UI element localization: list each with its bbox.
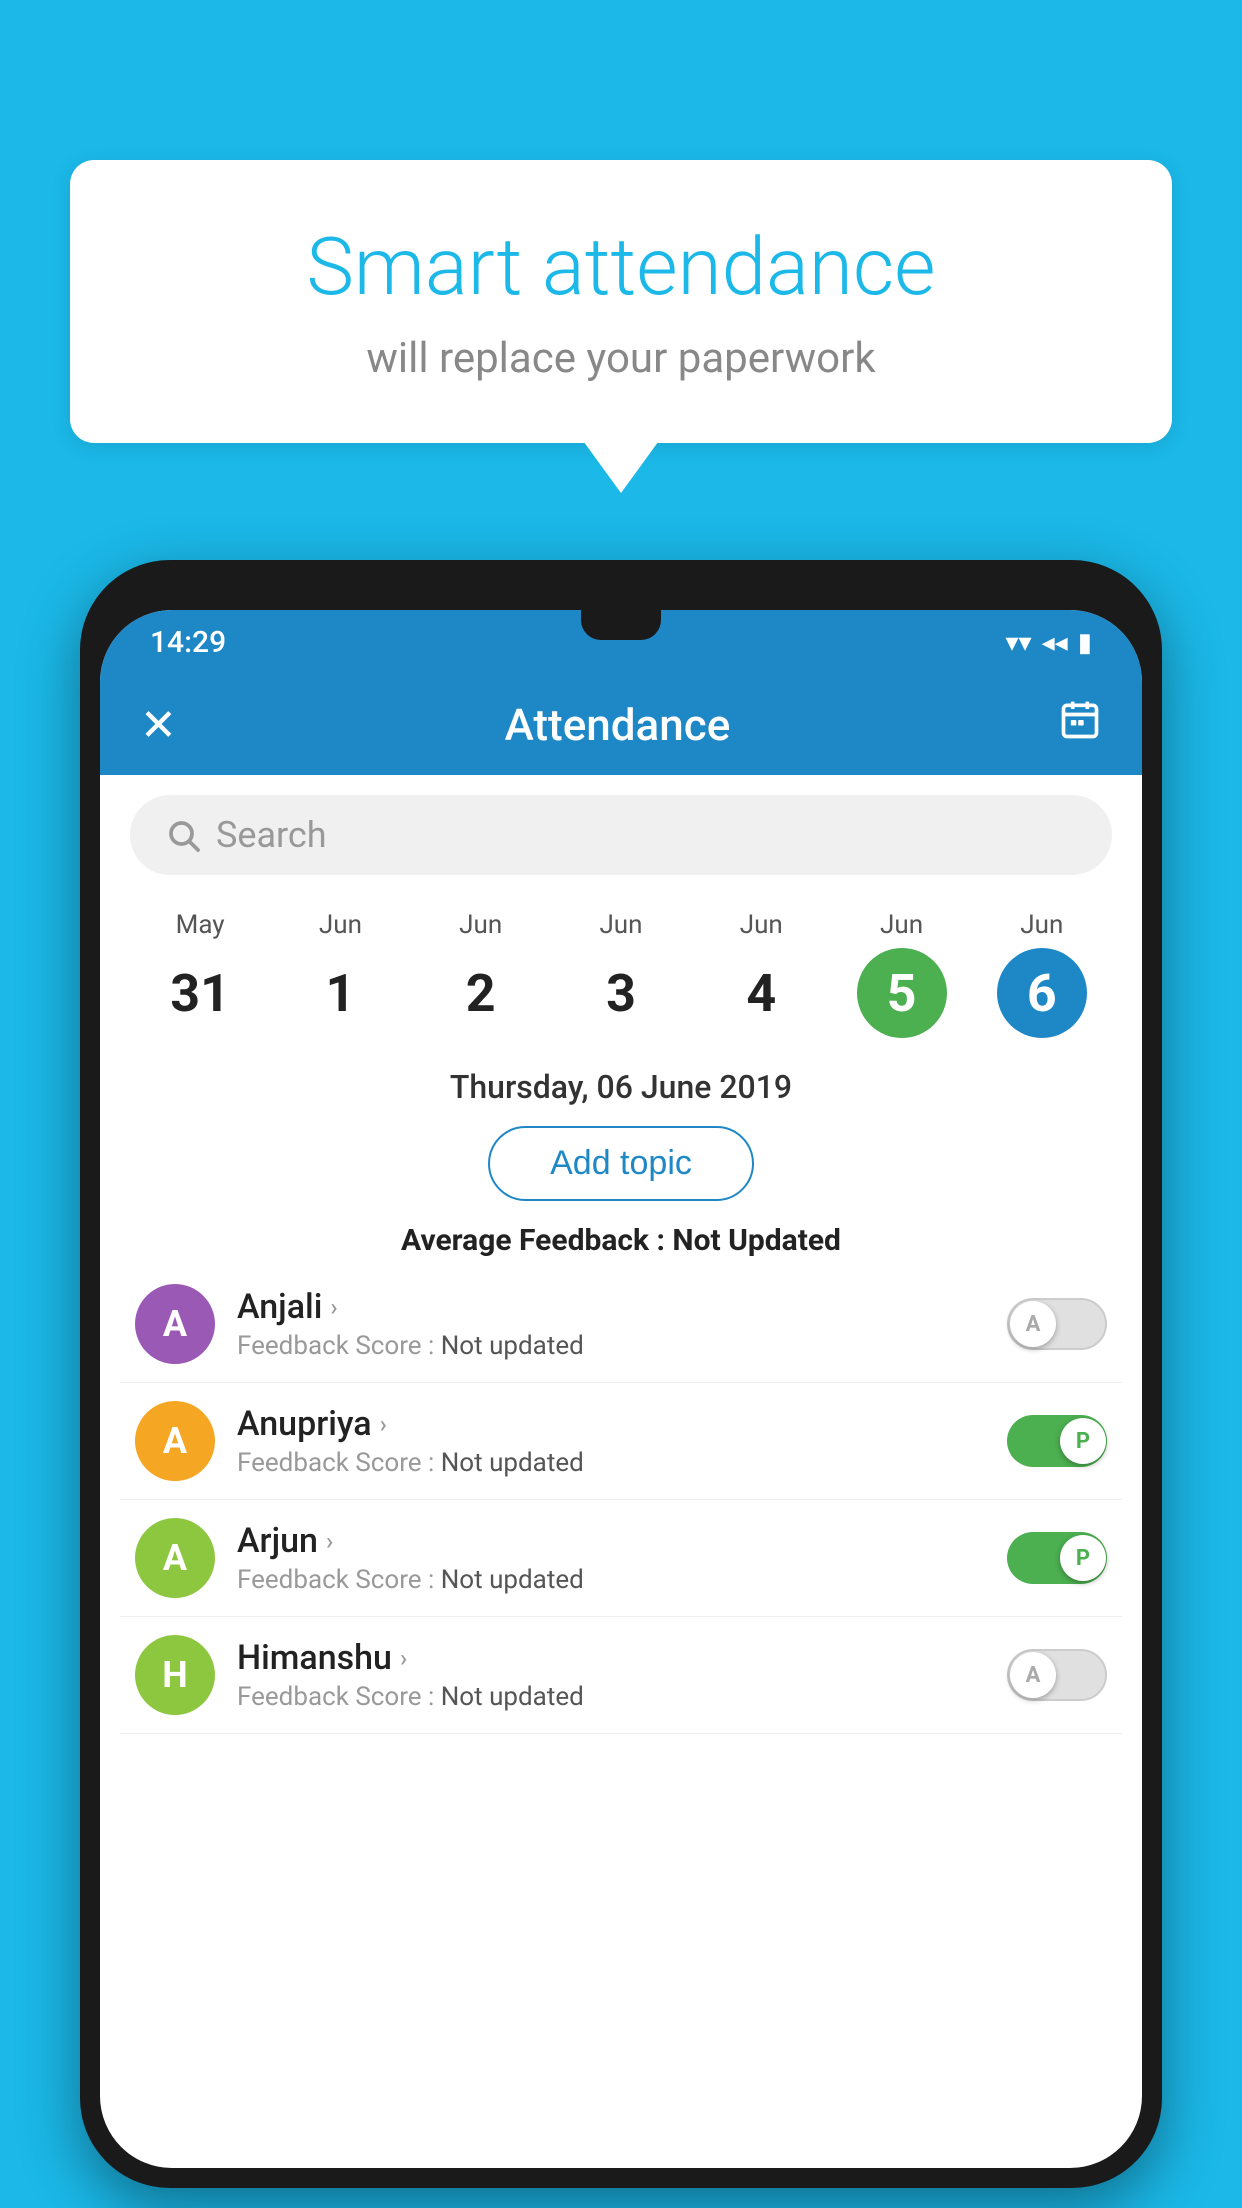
student-info-anupriya: Anupriya › Feedback Score : Not updated bbox=[237, 1404, 985, 1478]
avatar-anjali: A bbox=[135, 1284, 215, 1364]
cal-date-0[interactable]: 31 bbox=[155, 948, 245, 1038]
app-header: ✕ Attendance bbox=[100, 675, 1142, 775]
toggle-knob-anupriya: P bbox=[1060, 1418, 1106, 1464]
toggle-anupriya[interactable]: P bbox=[1007, 1415, 1107, 1467]
add-topic-button[interactable]: Add topic bbox=[488, 1126, 754, 1201]
search-bar[interactable]: Search bbox=[130, 795, 1112, 875]
phone-notch bbox=[581, 610, 661, 640]
cal-month-4: Jun bbox=[740, 910, 783, 940]
signal-icon: ◂◂ bbox=[1042, 628, 1068, 658]
search-icon bbox=[165, 817, 201, 853]
toggle-knob-arjun: P bbox=[1060, 1535, 1106, 1581]
student-item-anjali[interactable]: A Anjali › Feedback Score : Not updated … bbox=[120, 1266, 1122, 1383]
phone-frame: 14:29 ▾▾ ◂◂ ▮ ✕ Attendance bbox=[80, 560, 1162, 2188]
cal-month-2: Jun bbox=[459, 910, 502, 940]
cal-day-2[interactable]: Jun 2 bbox=[411, 910, 551, 1038]
toggle-himanshu[interactable]: A bbox=[1007, 1649, 1107, 1701]
cal-date-5[interactable]: 5 bbox=[857, 948, 947, 1038]
avg-feedback-label: Average Feedback : bbox=[401, 1223, 665, 1258]
avatar-himanshu: H bbox=[135, 1635, 215, 1715]
cal-month-5: Jun bbox=[880, 910, 923, 940]
cal-date-4[interactable]: 4 bbox=[716, 948, 806, 1038]
selected-date-label: Thursday, 06 June 2019 bbox=[100, 1053, 1142, 1116]
chevron-icon-arjun: › bbox=[326, 1527, 333, 1555]
chevron-icon-anjali: › bbox=[330, 1293, 337, 1321]
student-feedback-arjun: Feedback Score : Not updated bbox=[237, 1565, 985, 1595]
student-name-anjali: Anjali › bbox=[237, 1287, 985, 1327]
chevron-icon-himanshu: › bbox=[400, 1644, 407, 1672]
toggle-arjun[interactable]: P bbox=[1007, 1532, 1107, 1584]
cal-day-6[interactable]: Jun 6 bbox=[972, 910, 1112, 1038]
calendar-strip: May 31 Jun 1 Jun 2 Jun 3 Jun 4 Jun 5 bbox=[100, 895, 1142, 1053]
student-feedback-anupriya: Feedback Score : Not updated bbox=[237, 1448, 985, 1478]
speech-bubble: Smart attendance will replace your paper… bbox=[70, 160, 1172, 443]
search-input[interactable]: Search bbox=[216, 814, 327, 856]
cal-month-3: Jun bbox=[599, 910, 642, 940]
phone-screen: 14:29 ▾▾ ◂◂ ▮ ✕ Attendance bbox=[100, 610, 1142, 2168]
student-name-arjun: Arjun › bbox=[237, 1521, 985, 1561]
wifi-icon: ▾▾ bbox=[1005, 628, 1031, 658]
chevron-icon-anupriya: › bbox=[380, 1410, 387, 1438]
calendar-icon[interactable] bbox=[1058, 698, 1102, 752]
cal-month-6: Jun bbox=[1020, 910, 1063, 940]
student-name-himanshu: Himanshu › bbox=[237, 1638, 985, 1678]
student-info-anjali: Anjali › Feedback Score : Not updated bbox=[237, 1287, 985, 1361]
student-item-himanshu[interactable]: H Himanshu › Feedback Score : Not update… bbox=[120, 1617, 1122, 1734]
close-button[interactable]: ✕ bbox=[140, 699, 177, 751]
bubble-subtitle: will replace your paperwork bbox=[150, 334, 1092, 383]
cal-day-0[interactable]: May 31 bbox=[130, 910, 270, 1038]
avatar-anupriya: A bbox=[135, 1401, 215, 1481]
student-list: A Anjali › Feedback Score : Not updated … bbox=[100, 1266, 1142, 1734]
student-feedback-anjali: Feedback Score : Not updated bbox=[237, 1331, 985, 1361]
cal-date-2[interactable]: 2 bbox=[436, 948, 526, 1038]
toggle-knob-himanshu: A bbox=[1010, 1652, 1056, 1698]
avg-feedback-value: Not Updated bbox=[672, 1223, 841, 1258]
cal-day-5[interactable]: Jun 5 bbox=[831, 910, 971, 1038]
toggle-knob-anjali: A bbox=[1010, 1301, 1056, 1347]
cal-day-1[interactable]: Jun 1 bbox=[270, 910, 410, 1038]
status-icons: ▾▾ ◂◂ ▮ bbox=[1005, 628, 1092, 658]
toggle-anjali[interactable]: A bbox=[1007, 1298, 1107, 1350]
student-name-anupriya: Anupriya › bbox=[237, 1404, 985, 1444]
student-item-anupriya[interactable]: A Anupriya › Feedback Score : Not update… bbox=[120, 1383, 1122, 1500]
cal-day-3[interactable]: Jun 3 bbox=[551, 910, 691, 1038]
student-info-arjun: Arjun › Feedback Score : Not updated bbox=[237, 1521, 985, 1595]
bubble-title: Smart attendance bbox=[150, 220, 1092, 314]
student-info-himanshu: Himanshu › Feedback Score : Not updated bbox=[237, 1638, 985, 1712]
cal-date-6[interactable]: 6 bbox=[997, 948, 1087, 1038]
cal-month-1: Jun bbox=[319, 910, 362, 940]
cal-date-3[interactable]: 3 bbox=[576, 948, 666, 1038]
cal-day-4[interactable]: Jun 4 bbox=[691, 910, 831, 1038]
cal-date-1[interactable]: 1 bbox=[295, 948, 385, 1038]
student-feedback-himanshu: Feedback Score : Not updated bbox=[237, 1682, 985, 1712]
avg-feedback: Average Feedback : Not Updated bbox=[100, 1211, 1142, 1266]
cal-month-0: May bbox=[176, 910, 225, 940]
status-time: 14:29 bbox=[150, 625, 226, 660]
battery-icon: ▮ bbox=[1078, 628, 1092, 658]
header-title: Attendance bbox=[505, 699, 731, 751]
avatar-arjun: A bbox=[135, 1518, 215, 1598]
student-item-arjun[interactable]: A Arjun › Feedback Score : Not updated P bbox=[120, 1500, 1122, 1617]
